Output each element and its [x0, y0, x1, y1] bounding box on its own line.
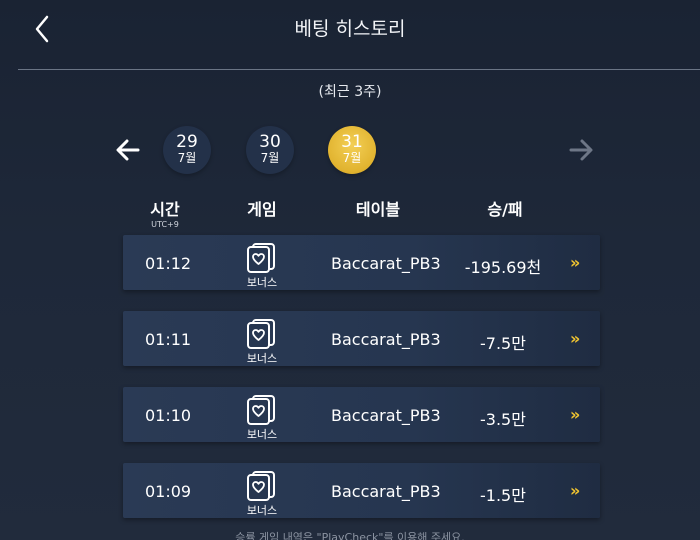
row-game: 보너스: [246, 504, 278, 517]
page-title: 베팅 히스토리: [294, 18, 406, 40]
row-detail-icon[interactable]: »: [570, 329, 580, 348]
row-table: Baccarat_PB3: [331, 482, 441, 501]
column-header-time-label: 시간: [150, 200, 180, 219]
prev-date-button[interactable]: [115, 137, 141, 163]
footer-note: 승률 게임 내역은 "PlayCheck"를 이용해 주세요.: [235, 531, 465, 540]
column-header-table: 테이블: [355, 200, 401, 219]
row-table: Baccarat_PB3: [331, 406, 441, 425]
date-day: 29: [176, 132, 198, 152]
row-result: -1.5만: [480, 486, 526, 505]
row-time: 01:10: [145, 406, 192, 425]
date-month: 7월: [342, 151, 362, 165]
row-detail-icon[interactable]: »: [570, 253, 580, 272]
column-header-time: 시간 UTC+9: [138, 196, 192, 229]
row-result: -7.5만: [480, 334, 526, 353]
column-header-game: 게임: [247, 200, 277, 219]
row-detail-icon[interactable]: »: [570, 481, 580, 500]
row-result: -3.5만: [480, 410, 526, 429]
bonus-card-icon: [247, 471, 275, 501]
next-date-button[interactable]: [568, 137, 594, 163]
history-row[interactable]: 01:10 보너스 Baccarat_PB3 -3.5만 »: [123, 387, 600, 442]
row-detail-icon[interactable]: »: [570, 405, 580, 424]
row-time: 01:09: [145, 482, 192, 501]
header: 베팅 히스토리: [0, 0, 700, 70]
row-table: Baccarat_PB3: [331, 254, 441, 273]
arrow-right-icon: [569, 139, 593, 161]
bonus-card-icon: [247, 319, 275, 349]
header-divider: [18, 69, 700, 70]
column-header-result: 승/패: [487, 200, 523, 219]
period-subtitle: (최근 3주): [318, 84, 382, 100]
timezone-label: UTC+9: [151, 220, 179, 229]
history-row[interactable]: 01:09 보너스 Baccarat_PB3 -1.5만 »: [123, 463, 600, 518]
arrow-left-icon: [116, 139, 140, 161]
row-time: 01:11: [145, 330, 192, 349]
date-month: 7월: [260, 151, 280, 165]
bonus-card-icon: [247, 243, 275, 273]
date-month: 7월: [177, 151, 197, 165]
history-row[interactable]: 01:12 보너스 Baccarat_PB3 -195.69천 »: [123, 235, 600, 290]
history-row[interactable]: 01:11 보너스 Baccarat_PB3 -7.5만 »: [123, 311, 600, 366]
date-chip-31-selected[interactable]: 31 7월: [328, 126, 376, 174]
row-result: -195.69천: [464, 258, 542, 277]
date-chip-30[interactable]: 30 7월: [246, 126, 294, 174]
row-game: 보너스: [246, 352, 278, 365]
row-game: 보너스: [246, 428, 278, 441]
row-game: 보너스: [246, 276, 278, 289]
row-table: Baccarat_PB3: [331, 330, 441, 349]
date-day: 31: [341, 132, 363, 152]
date-navigation: 29 7월 30 7월 31 7월: [0, 124, 700, 174]
row-time: 01:12: [145, 254, 192, 273]
date-day: 30: [259, 132, 281, 152]
bonus-card-icon: [247, 395, 275, 425]
date-chip-29[interactable]: 29 7월: [163, 126, 211, 174]
